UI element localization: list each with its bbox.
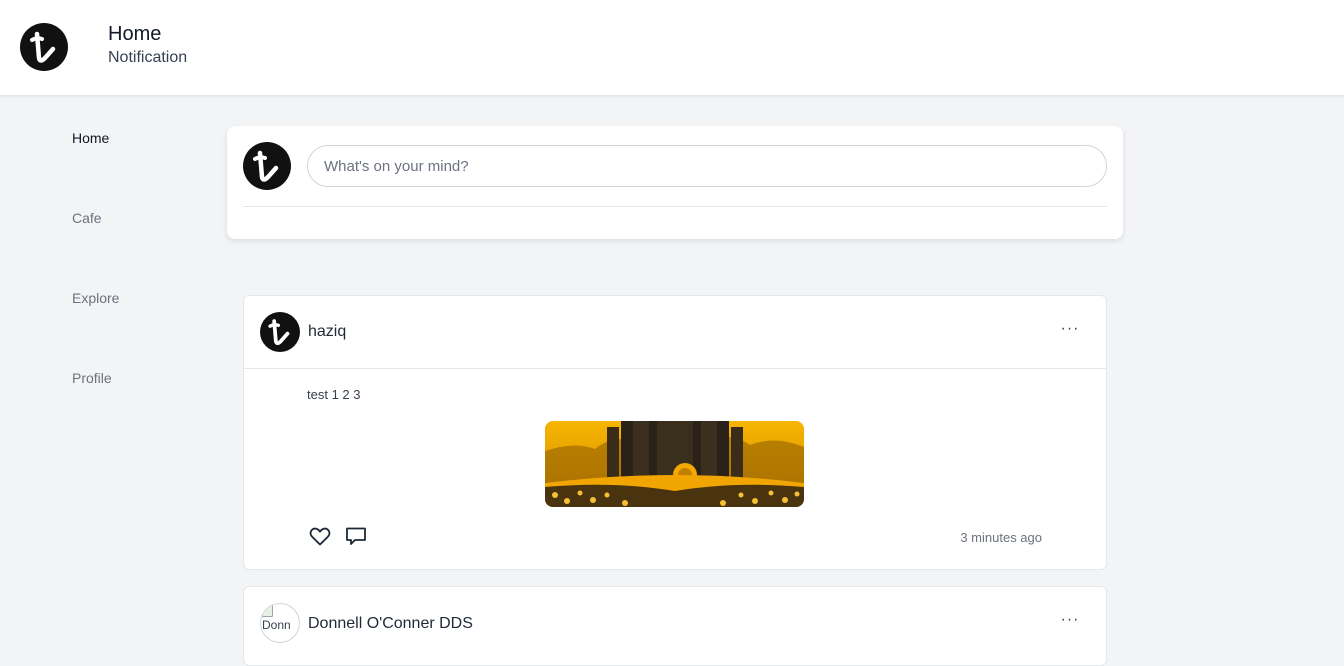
t-brand-logo-icon[interactable] xyxy=(20,23,68,71)
sidebar-item-home[interactable]: Home xyxy=(72,130,109,146)
more-options-button[interactable]: ··· xyxy=(1058,321,1082,343)
post-text: test 1 2 3 xyxy=(307,387,361,402)
page-title[interactable]: Home xyxy=(108,23,161,46)
post-card: Donn Donnell O'Conner DDS ··· xyxy=(243,586,1107,666)
post-header-divider xyxy=(244,368,1106,369)
author-avatar[interactable] xyxy=(260,312,300,352)
whats-on-your-mind-input[interactable] xyxy=(307,145,1107,187)
post-timestamp: 3 minutes ago xyxy=(960,530,1042,545)
post-card: haziq ··· test 1 2 3 3 minutes ago xyxy=(243,295,1107,570)
post-composer xyxy=(227,126,1123,239)
heart-icon[interactable] xyxy=(308,524,332,548)
author-avatar[interactable]: Donn xyxy=(260,603,300,643)
sidebar-item-profile[interactable]: Profile xyxy=(72,370,112,386)
post-author[interactable]: haziq xyxy=(308,323,346,341)
comment-icon[interactable] xyxy=(344,524,368,548)
post-author[interactable]: Donnell O'Conner DDS xyxy=(308,615,473,633)
broken-image-icon xyxy=(262,605,273,617)
notification-link[interactable]: Notification xyxy=(108,49,187,67)
avatar-alt-text: Donn xyxy=(262,618,291,632)
top-bar: Home Notification xyxy=(0,0,1344,96)
post-image[interactable] xyxy=(545,421,804,507)
user-avatar[interactable] xyxy=(243,142,291,190)
sidebar-item-explore[interactable]: Explore xyxy=(72,290,119,306)
dark-fantasy-castle-sunflower-field-image xyxy=(545,421,804,507)
sidebar-item-cafe[interactable]: Cafe xyxy=(72,210,102,226)
composer-divider xyxy=(243,206,1107,207)
